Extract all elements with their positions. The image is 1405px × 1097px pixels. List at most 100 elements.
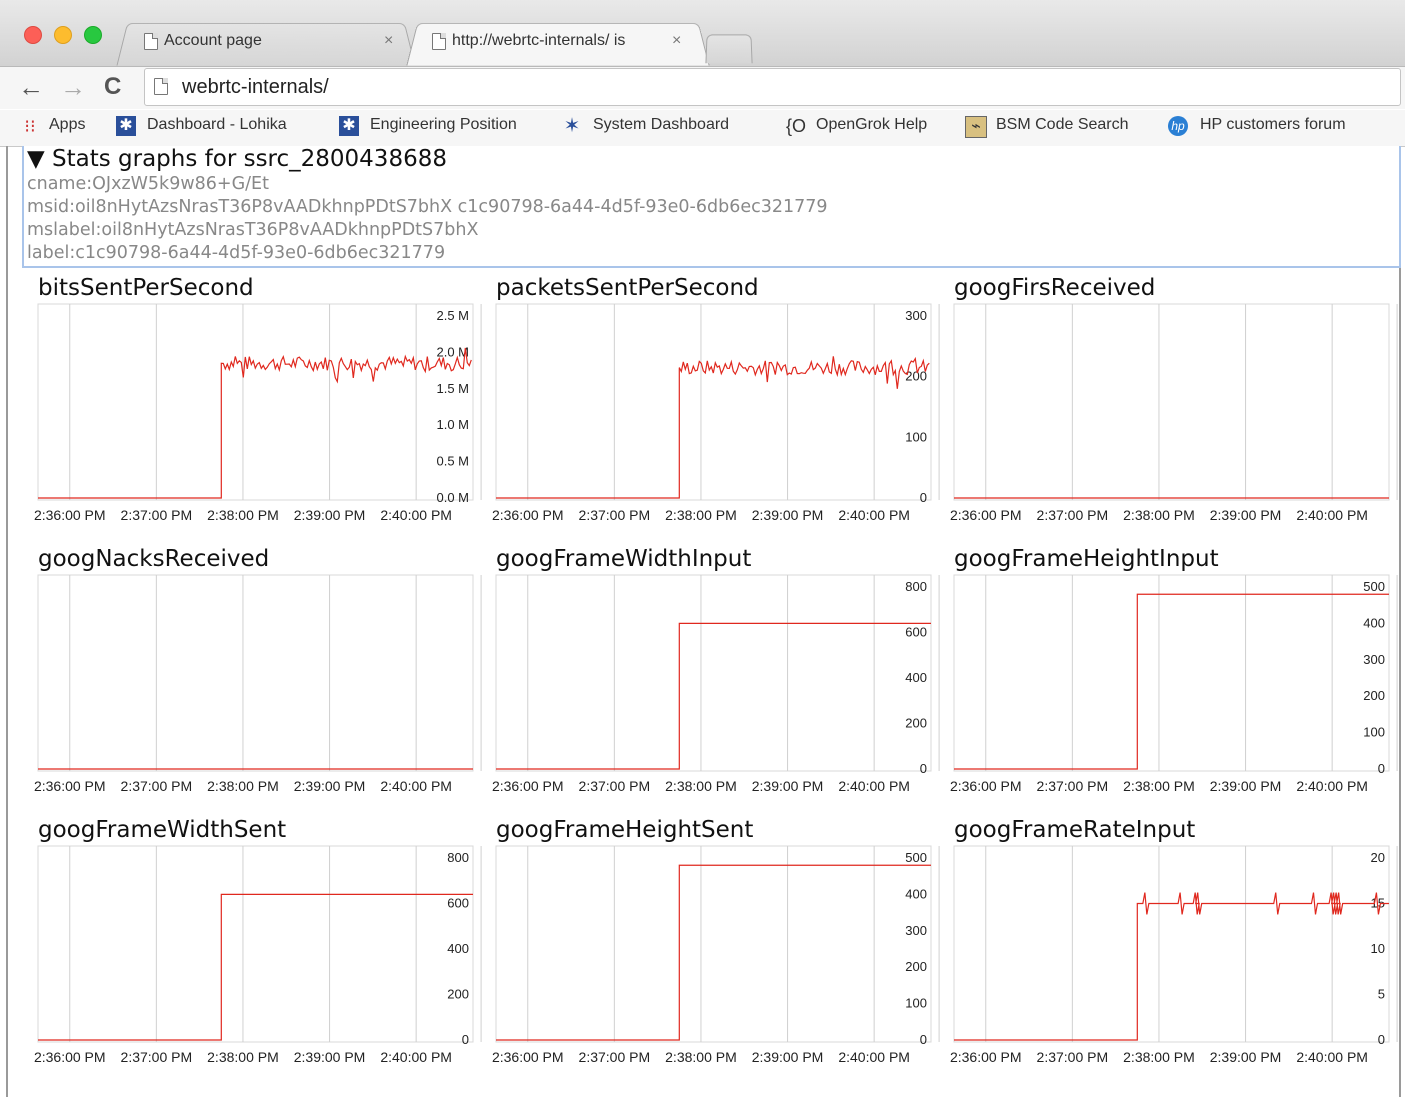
- forward-button[interactable]: →: [60, 72, 86, 102]
- x-tick-label: 2:38:00 PM: [1123, 1049, 1195, 1065]
- stats-graph-bitsSentPerSecond: 2:36:00 PM 2:37:00 PM 2:38:00 PM 2:39:00 PM…: [34, 303, 482, 523]
- y-tick-label: 10: [1371, 941, 1385, 956]
- x-tick-label: 2:39:00 PM: [294, 507, 366, 523]
- tab-title: Account page: [164, 32, 262, 49]
- x-tick-label: 2:40:00 PM: [380, 1049, 452, 1065]
- x-tick-label: 2:36:00 PM: [492, 1049, 564, 1065]
- stats-graph-googNacksReceived: 2:36:00 PM 2:37:00 PM 2:38:00 PM 2:39:00 PM…: [34, 574, 482, 794]
- page-icon: [154, 78, 168, 95]
- y-tick-label: 600: [447, 896, 469, 911]
- x-tick-label: 2:39:00 PM: [1210, 1049, 1282, 1065]
- x-tick-label: 2:40:00 PM: [380, 778, 452, 794]
- x-tick-label: 2:38:00 PM: [207, 1049, 279, 1065]
- stats-graph-googFrameWidthInput: 2:36:00 PM 2:37:00 PM 2:38:00 PM 2:39:00 PM…: [492, 574, 940, 794]
- x-tick-label: 2:37:00 PM: [1037, 1049, 1109, 1065]
- y-tick-label: 2.5 M: [436, 308, 469, 323]
- bsm-icon: ⌁: [965, 116, 987, 138]
- y-tick-label: 200: [447, 987, 469, 1002]
- close-tab-icon[interactable]: ×: [672, 32, 681, 50]
- x-tick-label: 2:39:00 PM: [1210, 778, 1282, 794]
- bookmark-opengrok[interactable]: OpenGrok Help: [816, 116, 927, 134]
- x-tick-label: 2:36:00 PM: [950, 778, 1022, 794]
- bookmark-hp[interactable]: HP customers forum: [1200, 116, 1346, 134]
- x-tick-label: 2:39:00 PM: [294, 1049, 366, 1065]
- y-tick-label: 500: [1363, 579, 1385, 594]
- close-window-button[interactable]: [24, 26, 42, 44]
- y-tick-label: 1.5 M: [436, 381, 469, 396]
- y-tick-label: 1.0 M: [436, 417, 469, 432]
- plot-area: [953, 303, 1390, 501]
- ssrc-section-toggle[interactable]: ▼ Stats graphs for ssrc_2800438688: [27, 146, 447, 172]
- stats-graph-googFrameHeightInput: 2:36:00 PM 2:37:00 PM 2:38:00 PM 2:39:00 PM…: [950, 574, 1398, 794]
- x-tick-label: 2:37:00 PM: [579, 1049, 651, 1065]
- system-dashboard-icon: ✶: [563, 115, 581, 137]
- y-tick-label: 0: [920, 490, 927, 505]
- bookmark-apps[interactable]: Apps: [49, 116, 85, 134]
- mslabel-text: mslabel:oil8nHytAzsNrasT36P8vAADkhnpPDtS…: [27, 220, 479, 240]
- x-tick-label: 2:38:00 PM: [1123, 778, 1195, 794]
- x-tick-label: 2:37:00 PM: [121, 778, 193, 794]
- x-tick-label: 2:36:00 PM: [34, 507, 106, 523]
- x-tick-label: 2:38:00 PM: [665, 1049, 737, 1065]
- y-tick-label: 100: [1363, 725, 1385, 740]
- y-tick-label: 0: [1378, 761, 1385, 776]
- x-tick-label: 2:39:00 PM: [752, 1049, 824, 1065]
- new-tab-button[interactable]: [705, 34, 753, 64]
- x-tick-label: 2:39:00 PM: [294, 778, 366, 794]
- hp-icon: hp: [1168, 116, 1188, 136]
- y-tick-label: 200: [905, 716, 927, 731]
- y-tick-label: 0.5 M: [436, 454, 469, 469]
- back-button[interactable]: ←: [18, 72, 44, 102]
- minimize-window-button[interactable]: [54, 26, 72, 44]
- zoom-window-button[interactable]: [84, 26, 102, 44]
- address-bar[interactable]: [144, 68, 1401, 106]
- label-text: label:c1c90798-6a44-4d5f-93e0-6db6ec3217…: [27, 243, 446, 263]
- close-tab-icon[interactable]: ×: [384, 32, 393, 50]
- msid-text: msid:oil8nHytAzsNrasT36P8vAADkhnpPDtS7bh…: [27, 197, 828, 217]
- y-tick-label: 400: [905, 886, 927, 901]
- opengrok-icon: {O: [786, 116, 807, 136]
- y-tick-label: 300: [1363, 652, 1385, 667]
- x-tick-label: 2:40:00 PM: [838, 507, 910, 523]
- plot-area: [953, 574, 1390, 772]
- cname-text: cname:OJxzW5k9w86+G/Et: [27, 174, 269, 194]
- x-tick-label: 2:40:00 PM: [838, 778, 910, 794]
- plot-area: [37, 303, 474, 501]
- apps-grid-icon: ⁝⁝: [24, 116, 36, 136]
- y-tick-label: 100: [905, 429, 927, 444]
- y-tick-label: 800: [905, 579, 927, 594]
- x-tick-label: 2:37:00 PM: [579, 507, 651, 523]
- y-tick-label: 0: [920, 761, 927, 776]
- bookmark-system-dashboard[interactable]: System Dashboard: [593, 116, 759, 134]
- stats-graph-googFrameRateInput: 2:36:00 PM 2:37:00 PM 2:38:00 PM 2:39:00 PM…: [950, 845, 1398, 1065]
- x-tick-label: 2:40:00 PM: [380, 507, 452, 523]
- plot-area: [37, 574, 474, 772]
- stats-graph-googFrameHeightSent: 2:36:00 PM 2:37:00 PM 2:38:00 PM 2:39:00 PM…: [492, 845, 940, 1065]
- plot-area: [495, 574, 932, 772]
- x-tick-label: 2:36:00 PM: [950, 1049, 1022, 1065]
- y-tick-label: 400: [905, 670, 927, 685]
- y-tick-label: 0.0 M: [436, 490, 469, 505]
- stats-graph-googFrameWidthSent: 2:36:00 PM 2:37:00 PM 2:38:00 PM 2:39:00 PM…: [34, 845, 482, 1065]
- x-tick-label: 2:39:00 PM: [752, 778, 824, 794]
- x-tick-label: 2:37:00 PM: [1037, 778, 1109, 794]
- x-tick-label: 2:39:00 PM: [1210, 507, 1282, 523]
- bookmark-dashboard[interactable]: Dashboard - Lohika: [147, 116, 317, 134]
- y-tick-label: 300: [905, 923, 927, 938]
- bookmark-engineering[interactable]: Engineering Position: [370, 116, 536, 134]
- stats-graph-googFirsReceived: 2:36:00 PM 2:37:00 PM 2:38:00 PM 2:39:00 PM…: [950, 303, 1398, 523]
- x-tick-label: 2:36:00 PM: [492, 507, 564, 523]
- x-tick-label: 2:36:00 PM: [950, 507, 1022, 523]
- stats-graph-packetsSentPerSecond: 2:36:00 PM 2:37:00 PM 2:38:00 PM 2:39:00 PM…: [492, 303, 940, 523]
- y-tick-label: 600: [905, 625, 927, 640]
- y-tick-label: 0: [920, 1032, 927, 1047]
- x-tick-label: 2:38:00 PM: [665, 778, 737, 794]
- bookmark-bsm[interactable]: BSM Code Search: [996, 116, 1129, 134]
- reload-button[interactable]: C: [104, 72, 121, 102]
- y-tick-label: 5: [1378, 987, 1385, 1002]
- y-tick-label: 0: [462, 1032, 469, 1047]
- x-tick-label: 2:36:00 PM: [34, 1049, 106, 1065]
- x-tick-label: 2:37:00 PM: [121, 507, 193, 523]
- x-tick-label: 2:37:00 PM: [1037, 507, 1109, 523]
- y-tick-label: 500: [905, 850, 927, 865]
